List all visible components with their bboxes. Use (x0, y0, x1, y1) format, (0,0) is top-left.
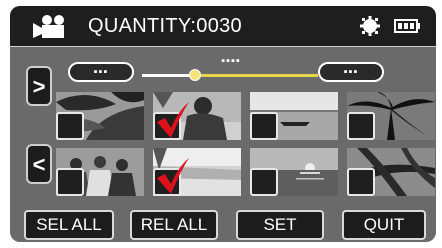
timeline-center-label: ▪▪▪▪ (221, 55, 241, 67)
select-all-button[interactable]: SEL ALL (24, 210, 114, 240)
release-all-button[interactable]: REL ALL (130, 210, 218, 240)
timeline-slider-knob[interactable] (188, 69, 201, 81)
battery-icon (394, 19, 420, 33)
timeline-slider-fill (142, 74, 195, 77)
set-button[interactable]: SET (236, 210, 324, 240)
select-checkbox-4[interactable] (347, 112, 375, 140)
previous-page-button[interactable]: < (26, 144, 52, 184)
next-page-button[interactable]: > (26, 66, 52, 106)
select-checkbox-8[interactable] (347, 168, 375, 196)
header-bar: QUANTITY:0030 (10, 6, 436, 47)
gear-icon (360, 16, 380, 36)
checkmark-icon (157, 158, 189, 194)
select-checkbox-7[interactable] (250, 168, 278, 196)
timeline-end-pill[interactable]: ▪▪▪ (318, 62, 384, 82)
checkmark-icon (157, 102, 189, 138)
quit-button[interactable]: QUIT (342, 210, 426, 240)
camera-screen: QUANTITY:0030 ▪▪▪ ▪▪▪▪ ▪▪▪ > < SEL ALL R… (10, 6, 436, 242)
timeline-start-pill[interactable]: ▪▪▪ (68, 62, 134, 82)
select-checkbox-5[interactable] (56, 168, 84, 196)
select-checkbox-3[interactable] (250, 112, 278, 140)
quantity-label: QUANTITY:0030 (88, 15, 242, 37)
select-checkbox-1[interactable] (56, 112, 84, 140)
select-checkbox-6[interactable] (153, 158, 189, 196)
select-checkbox-2[interactable] (153, 102, 189, 140)
movie-camera-icon (33, 15, 64, 38)
